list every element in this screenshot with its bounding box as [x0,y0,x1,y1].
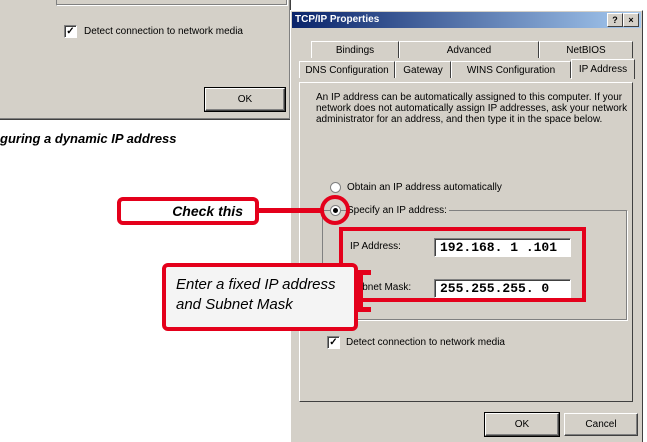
title-bar: TCP/IP Properties [292,12,641,28]
ok-button[interactable]: OK [484,412,560,437]
background-detect-checkbox[interactable]: ✓ [64,25,77,38]
close-icon[interactable]: × [623,13,639,27]
detect-connection-label: Detect connection to network media [346,337,505,348]
cancel-button[interactable]: Cancel [564,413,638,436]
description-text: An IP address can be automatically assig… [316,92,628,125]
tab-dns-configuration[interactable]: DNS Configuration [299,61,395,78]
tab-netbios[interactable]: NetBIOS [539,41,633,58]
window-title: TCP/IP Properties [295,14,380,25]
figure-caption: guring a dynamic IP address [0,131,177,146]
enter-connector-top [357,270,371,275]
tab-wins-configuration[interactable]: WINS Configuration [451,61,571,78]
highlight-circle [320,195,350,225]
tab-bindings[interactable]: Bindings [311,41,399,58]
background-ok-button[interactable]: OK [204,87,286,112]
tab-ip-address[interactable]: IP Address [571,59,635,79]
enter-connector-bottom [357,307,371,312]
radio-specify-ip-address-label: Specify an IP address: [347,205,449,216]
help-icon[interactable]: ? [607,13,623,27]
check-this-callout: Check this [117,197,259,225]
fields-highlight-box [339,227,586,302]
tab-advanced[interactable]: Advanced [399,41,539,58]
check-connector-line [258,208,324,213]
background-group-box [56,0,288,6]
enter-fixed-ip-callout: Enter a fixed IP address and Subnet Mask [162,263,358,331]
radio-obtain-automatically[interactable] [330,182,341,193]
detect-connection-checkbox[interactable]: ✓ [327,336,340,349]
tab-gateway[interactable]: Gateway [395,61,451,78]
radio-obtain-automatically-label: Obtain an IP address automatically [347,182,502,193]
background-detect-label: Detect connection to network media [84,26,243,37]
